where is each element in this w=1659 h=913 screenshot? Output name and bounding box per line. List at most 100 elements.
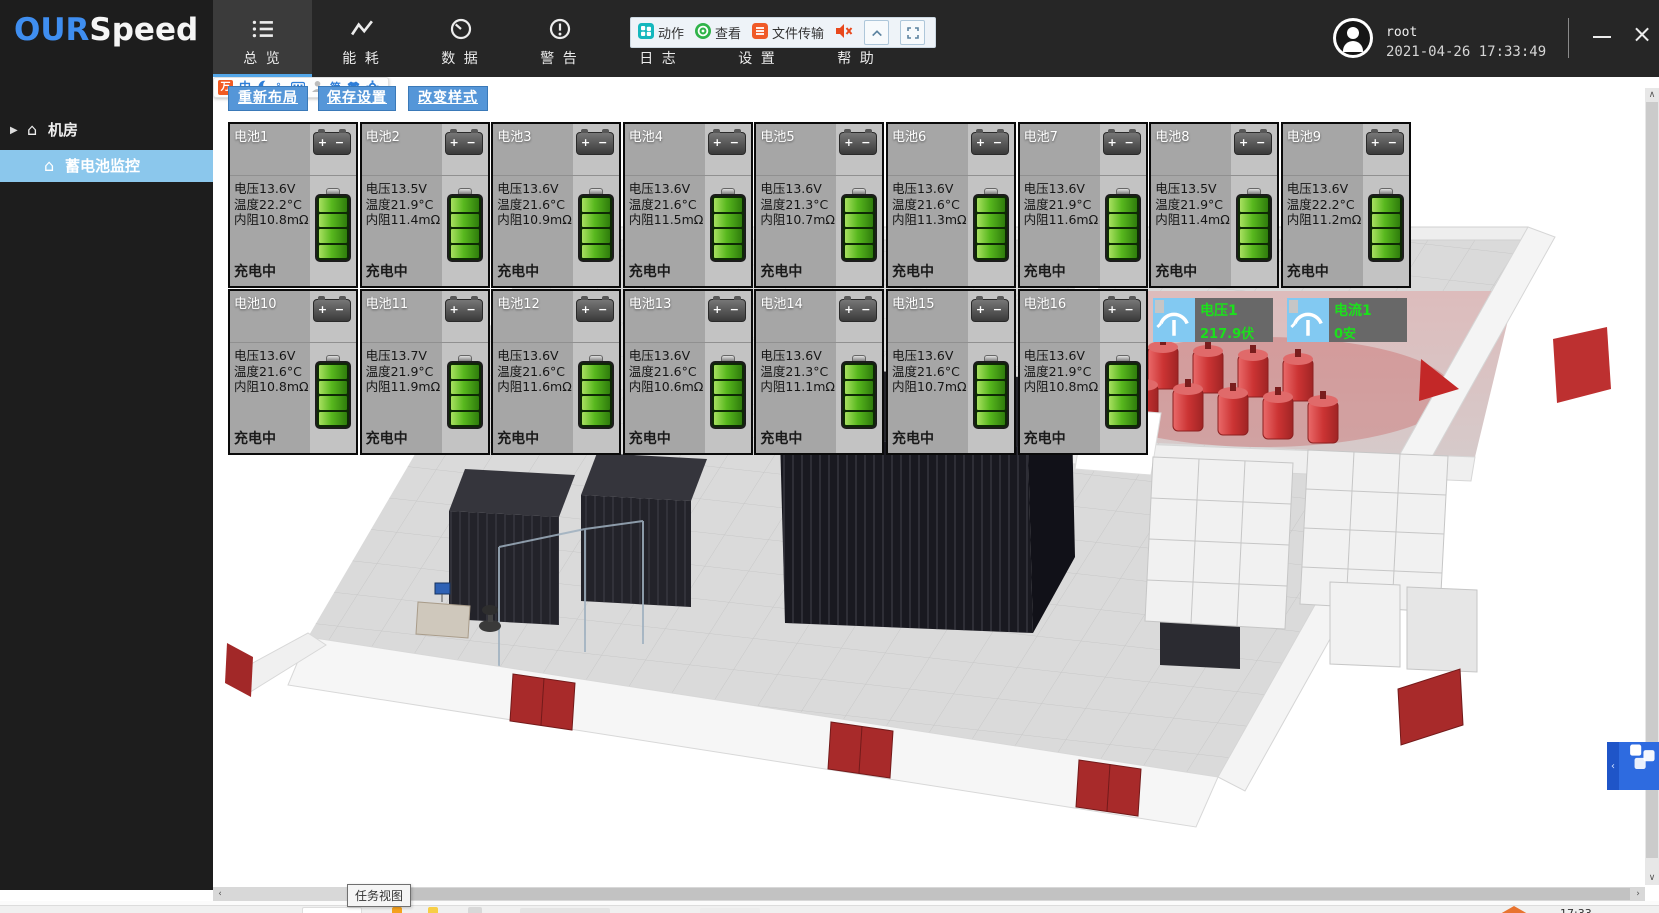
battery-card[interactable]: 电池5 + − 电压13.6V 温度21.3°C 内阻10.7mΩ 充电中	[754, 122, 884, 288]
battery-status: 充电中	[366, 261, 408, 281]
battery-temperature: 温度21.6°C	[629, 364, 707, 380]
battery-level-icon	[447, 188, 483, 262]
battery-status: 充电中	[1155, 261, 1197, 281]
battery-temperature: 温度21.6°C	[234, 364, 312, 380]
remote-actions-label: 动作	[658, 23, 684, 42]
expand-triangle-icon[interactable]: ▶	[10, 116, 18, 146]
voltage-meter-card[interactable]: 电压1 217.9伏	[1153, 298, 1273, 342]
battery-card[interactable]: 电池13 + − 电压13.6V 温度21.6°C 内阻10.6mΩ 充电中	[623, 289, 753, 455]
change-style-button[interactable]: 改变样式	[408, 86, 488, 111]
remote-view-label: 查看	[715, 23, 741, 42]
battery-card[interactable]: 电池12 + − 电压13.6V 温度21.6°C 内阻11.6mΩ 充电中	[491, 289, 621, 455]
battery-card[interactable]: 电池7 + − 电压13.6V 温度21.9°C 内阻11.6mΩ 充电中	[1018, 122, 1148, 288]
battery-card[interactable]: 电池9 + − 电压13.6V 温度22.2°C 内阻11.2mΩ 充电中	[1281, 122, 1411, 288]
taskbar-sliver[interactable]: 17:33	[0, 905, 1659, 913]
battery-card[interactable]: 电池6 + − 电压13.6V 温度21.6°C 内阻11.3mΩ 充电中	[886, 122, 1016, 288]
battery-temperature: 温度21.6°C	[629, 197, 707, 213]
battery-level-icon	[841, 188, 877, 262]
battery-temperature: 温度22.2°C	[1287, 197, 1365, 213]
fullscreen-button[interactable]	[900, 20, 925, 45]
gauge-icon	[450, 18, 472, 44]
task-view-tooltip: 任务视图	[347, 884, 411, 907]
battery-resistance: 内阻11.3mΩ	[892, 212, 970, 228]
horizontal-scrollbar[interactable]: ‹ ›	[213, 887, 1645, 901]
tab-energy[interactable]: 能 耗	[312, 0, 411, 77]
battery-card[interactable]: 电池3 + − 电压13.6V 温度21.6°C 内阻10.9mΩ 充电中	[491, 122, 621, 288]
app-logo: OURSpeed	[14, 12, 198, 48]
scroll-left-arrow[interactable]: ‹	[213, 887, 227, 901]
battery-voltage: 电压13.6V	[760, 348, 838, 364]
battery-temperature: 温度21.6°C	[892, 364, 970, 380]
battery-terminal-icon: + −	[313, 299, 351, 322]
battery-level-icon	[973, 355, 1009, 429]
battery-level-icon	[710, 188, 746, 262]
save-settings-button[interactable]: 保存设置	[318, 86, 396, 111]
todesk-widget[interactable]: ‹ ToDesk	[1607, 742, 1659, 790]
battery-card[interactable]: 电池4 + − 电压13.6V 温度21.6°C 内阻11.5mΩ 充电中	[623, 122, 753, 288]
battery-card[interactable]: 电池15 + − 电压13.6V 温度21.6°C 内阻10.7mΩ 充电中	[886, 289, 1016, 455]
muted-speaker-icon[interactable]	[835, 23, 853, 43]
red-wall-panel	[1553, 327, 1611, 403]
battery-card-title: 电池12	[497, 293, 540, 312]
battery-resistance: 内阻11.1mΩ	[760, 379, 838, 395]
battery-resistance: 内阻10.8mΩ	[1024, 379, 1102, 395]
tab-overview[interactable]: 总 览	[213, 0, 312, 77]
battery-card[interactable]: 电池8 + − 电压13.5V 温度21.9°C 内阻11.4mΩ 充电中	[1149, 122, 1279, 288]
scroll-right-arrow[interactable]: ›	[1631, 887, 1645, 901]
home-icon: ⌂	[27, 115, 37, 145]
screen: { "sidebar": { "logo_part1": "OUR", "log…	[0, 0, 1659, 913]
meter-gauge-icon	[1153, 298, 1195, 342]
tab-data[interactable]: 数 据	[411, 0, 510, 77]
battery-info: 电压13.6V 温度21.6°C 内阻10.9mΩ	[497, 181, 575, 228]
battery-temperature: 温度21.9°C	[366, 197, 444, 213]
minimize-button[interactable]	[1588, 24, 1616, 48]
battery-card[interactable]: 电池2 + − 电压13.5V 温度21.9°C 内阻11.4mΩ 充电中	[360, 122, 490, 288]
battery-status: 充电中	[366, 428, 408, 448]
battery-level-icon	[578, 355, 614, 429]
battery-terminal-icon: + −	[971, 299, 1009, 322]
battery-card-title: 电池2	[366, 126, 400, 145]
battery-card-title: 电池15	[892, 293, 935, 312]
collapse-toolbar-button[interactable]	[864, 20, 889, 45]
todesk-collapse-arrow[interactable]: ‹	[1607, 742, 1619, 790]
user-avatar[interactable]	[1333, 18, 1373, 58]
battery-card[interactable]: 电池14 + − 电压13.6V 温度21.3°C 内阻11.1mΩ 充电中	[754, 289, 884, 455]
battery-voltage: 电压13.6V	[1287, 181, 1365, 197]
scroll-down-arrow[interactable]: ∨	[1645, 871, 1659, 885]
remote-actions-menu[interactable]: 动作	[638, 23, 684, 43]
scroll-up-arrow[interactable]: ∧	[1645, 88, 1659, 102]
remote-file-transfer-label: 文件传输	[772, 23, 824, 42]
current-meter-card[interactable]: 电流1 0安	[1287, 298, 1407, 342]
battery-temperature: 温度21.9°C	[1155, 197, 1233, 213]
battery-resistance: 内阻11.5mΩ	[629, 212, 707, 228]
sidebar-item-machine-room[interactable]: ▶ ⌂ 机房	[0, 115, 213, 145]
battery-status: 充电中	[629, 261, 671, 281]
top-navigation-bar: 总 览 能 耗 数 据 警 告 日 志 设 置 帮 助	[213, 0, 1659, 77]
battery-voltage: 电压13.6V	[760, 181, 838, 197]
battery-info: 电压13.6V 温度21.6°C 内阻11.5mΩ	[629, 181, 707, 228]
battery-status: 充电中	[760, 428, 802, 448]
horizontal-scrollbar-thumb[interactable]	[380, 888, 1630, 900]
remote-file-transfer-menu[interactable]: 文件传输	[752, 23, 824, 43]
meter-name: 电流1	[1334, 300, 1402, 320]
battery-card[interactable]: 电池10 + − 电压13.6V 温度21.6°C 内阻10.8mΩ 充电中	[228, 289, 358, 455]
todesk-logo-icon	[1619, 742, 1659, 776]
battery-terminal-icon: + −	[1234, 132, 1272, 155]
close-button[interactable]: ×	[1628, 18, 1656, 50]
battery-terminal-icon: + −	[839, 299, 877, 322]
battery-terminal-icon: + −	[445, 299, 483, 322]
battery-card[interactable]: 电池1 + − 电压13.6V 温度22.2°C 内阻10.8mΩ 充电中	[228, 122, 358, 288]
battery-card[interactable]: 电池11 + − 电压13.7V 温度21.9°C 内阻11.9mΩ 充电中	[360, 289, 490, 455]
relayout-button[interactable]: 重新布局	[228, 86, 308, 111]
battery-terminal-icon: + −	[839, 132, 877, 155]
battery-card[interactable]: 电池16 + − 电压13.6V 温度21.9°C 内阻10.8mΩ 充电中	[1018, 289, 1148, 455]
remote-view-menu[interactable]: 查看	[695, 23, 741, 43]
battery-resistance: 内阻11.4mΩ	[366, 212, 444, 228]
battery-temperature: 温度21.6°C	[497, 364, 575, 380]
logo-part-white: Speed	[89, 12, 198, 48]
sidebar-item-battery-monitoring[interactable]: ⌂ 蓄电池监控	[0, 150, 213, 182]
battery-status: 充电中	[234, 261, 276, 281]
battery-card-title: 电池9	[1287, 126, 1321, 145]
tab-alerts[interactable]: 警 告	[510, 0, 609, 77]
battery-level-icon	[1105, 188, 1141, 262]
